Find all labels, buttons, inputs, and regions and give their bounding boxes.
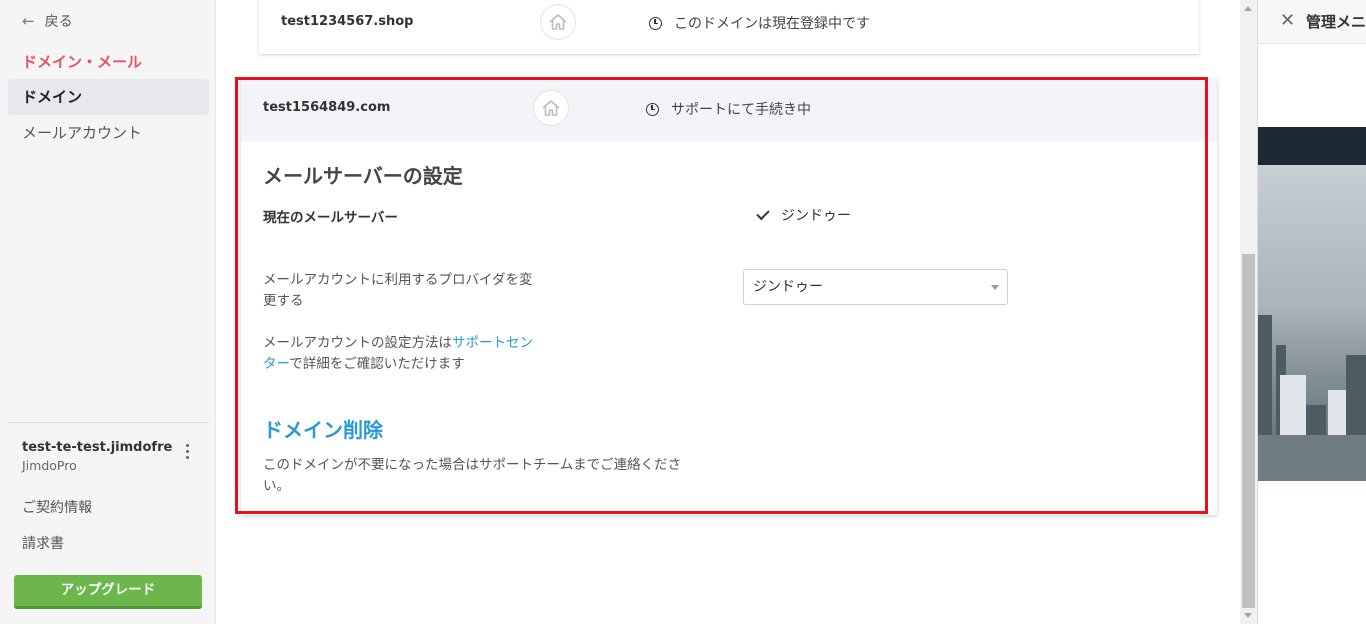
panel-title: 管理メニュー <box>1306 13 1366 31</box>
site-name: test-te-test.jimdofree.... <box>22 440 172 455</box>
invoice-link[interactable]: 請求書 <box>22 533 64 553</box>
clock-icon <box>649 16 662 30</box>
site-preview-header <box>1258 127 1366 165</box>
scroll-down-icon[interactable] <box>1244 613 1252 618</box>
sidebar: ← 戻る ドメイン・メール ドメイン メールアカウント test-te-test… <box>0 0 216 624</box>
section-title: ドメイン・メール <box>22 53 143 71</box>
back-label: 戻る <box>44 14 73 30</box>
main-content: test1234567.shop このドメインは現在登録中です test1564… <box>217 0 1240 624</box>
scrollbar-thumb[interactable] <box>1242 254 1255 608</box>
home-icon <box>540 4 576 40</box>
upgrade-button[interactable]: アップグレード <box>14 575 202 609</box>
site-plan: JimdoPro <box>22 458 77 473</box>
more-options-icon[interactable] <box>182 444 192 462</box>
back-link[interactable]: ← 戻る <box>22 11 73 31</box>
sidebar-divider <box>8 422 209 423</box>
sidebar-item-domain[interactable]: ドメイン <box>8 79 209 115</box>
vertical-scrollbar[interactable] <box>1240 0 1257 624</box>
contract-info-link[interactable]: ご契約情報 <box>22 497 92 517</box>
domain-name: test1234567.shop <box>281 14 414 29</box>
domain-card[interactable]: test1234567.shop このドメインは現在登録中です <box>259 0 1199 54</box>
management-menu-panel: ✕ 管理メニュー <box>1257 0 1366 624</box>
scroll-up-icon[interactable] <box>1244 6 1252 11</box>
domain-status: このドメインは現在登録中です <box>649 13 870 33</box>
close-icon[interactable]: ✕ <box>1280 10 1295 31</box>
panel-header: ✕ 管理メニュー <box>1258 0 1366 44</box>
domain-status-text: このドメインは現在登録中です <box>674 16 870 32</box>
sidebar-item-mail-account[interactable]: メールアカウント <box>8 115 209 151</box>
highlight-box <box>235 77 1208 514</box>
arrow-left-icon: ← <box>22 12 35 30</box>
site-preview-image <box>1258 165 1366 481</box>
